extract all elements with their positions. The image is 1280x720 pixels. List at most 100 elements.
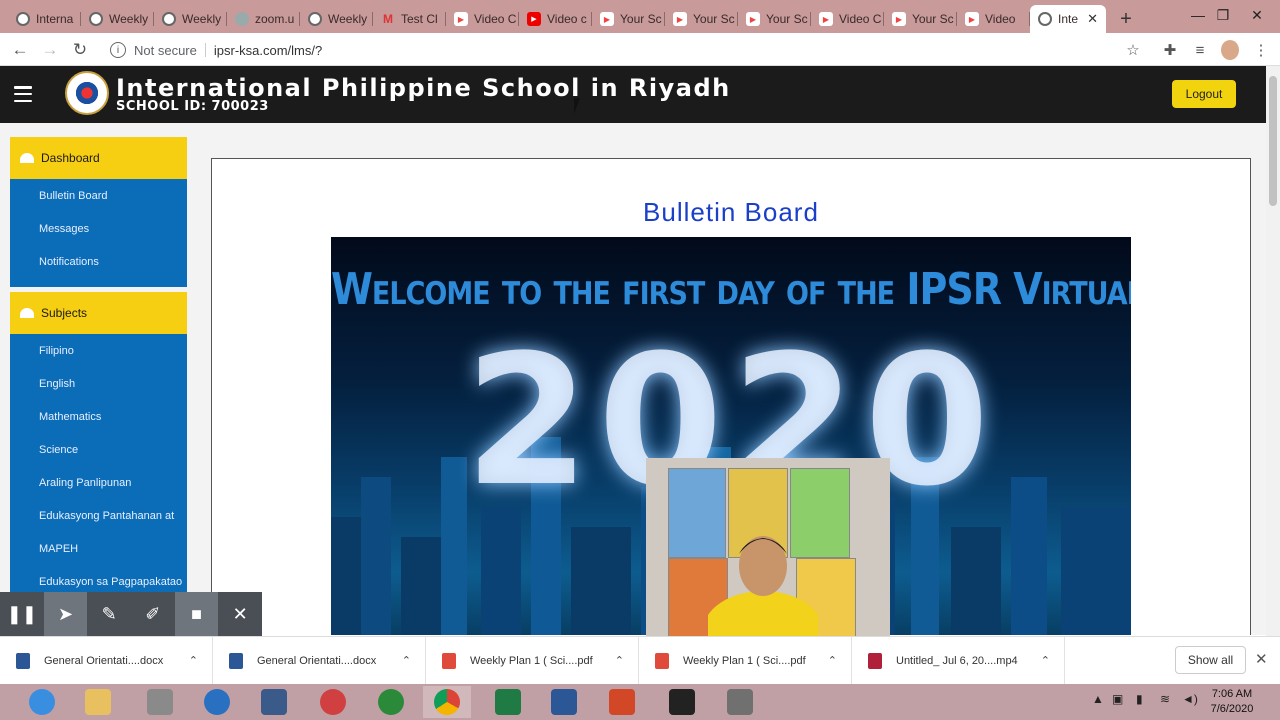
forward-icon[interactable]: → xyxy=(39,39,61,61)
download-filename: Weekly Plan 1 ( Sci....pdf xyxy=(683,654,806,667)
show-all-button[interactable]: Show all xyxy=(1175,646,1246,674)
browser-tab[interactable]: ▶ Your Sc xyxy=(738,5,811,33)
tray-power-icon[interactable]: ▮ xyxy=(1136,692,1143,706)
url-input[interactable]: i Not secure ipsr-ksa.com/lms/? xyxy=(104,37,1156,63)
dashboard-icon xyxy=(20,153,34,163)
download-item[interactable]: Weekly Plan 1 ( Sci....pdf ⌃ xyxy=(639,636,852,685)
browser-tab[interactable]: ▶ Your Sc xyxy=(884,5,957,33)
tray-network-icon[interactable]: ▣ xyxy=(1112,692,1123,706)
file-explorer-icon[interactable] xyxy=(74,686,122,718)
download-item[interactable]: General Orientati....docx ⌃ xyxy=(213,636,426,685)
browser-tab[interactable]: ▶ Your Sc xyxy=(665,5,738,33)
sidebar-item-science[interactable]: Science xyxy=(10,433,187,466)
close-tab-icon[interactable]: ✕ xyxy=(1087,11,1098,27)
chevron-up-icon[interactable]: ⌃ xyxy=(402,654,411,667)
gmail-icon: M xyxy=(383,12,393,26)
pointer-icon[interactable]: ➤ xyxy=(43,592,88,636)
new-tab-button[interactable]: + xyxy=(1112,5,1140,33)
clock-time: 7:06 AM xyxy=(1211,688,1253,700)
browser-tab[interactable]: ▶ Video C xyxy=(446,5,519,33)
sidebar-group-dashboard: Dashboard Bulletin Board Messages Notifi… xyxy=(10,137,187,287)
word-icon[interactable] xyxy=(540,686,588,718)
sidebar-item-english[interactable]: English xyxy=(10,367,187,400)
chevron-up-icon[interactable]: ⌃ xyxy=(189,654,198,667)
browser-tab[interactable]: M Test Cl xyxy=(373,5,446,33)
browser-tab[interactable]: ▶ Your Sc xyxy=(592,5,665,33)
tab-title: Your Sc xyxy=(620,12,662,26)
sidebar-heading-dashboard[interactable]: Dashboard xyxy=(10,137,187,179)
browser-tab[interactable]: Weekly xyxy=(154,5,227,33)
globe-icon xyxy=(89,12,103,26)
downloads-bar: General Orientati....docx ⌃ General Orien… xyxy=(0,636,1280,685)
pause-icon[interactable]: ❚❚ xyxy=(0,592,44,636)
sidebar-item-mathematics[interactable]: Mathematics xyxy=(10,400,187,433)
back-icon[interactable]: ← xyxy=(9,39,31,61)
sidebar-item-mapeh[interactable]: MAPEH xyxy=(10,532,187,565)
presenter xyxy=(708,536,818,640)
browser-tab[interactable]: Weekly xyxy=(300,5,373,33)
ie-icon[interactable] xyxy=(18,686,66,718)
sidebar-item-araling-panlipunan[interactable]: Araling Panlipunan xyxy=(10,466,187,499)
address-bar: ← → ↻ i Not secure ipsr-ksa.com/lms/? ☆ … xyxy=(0,33,1280,66)
movie-maker-icon[interactable] xyxy=(658,686,706,718)
highlighter-icon[interactable]: ✐ xyxy=(131,592,175,636)
avatar[interactable] xyxy=(1221,40,1239,60)
sidebar-heading-subjects[interactable]: Subjects xyxy=(10,292,187,334)
chevron-up-icon[interactable]: ⌃ xyxy=(828,654,837,667)
reload-icon[interactable]: ↻ xyxy=(69,39,91,61)
download-item[interactable]: General Orientati....docx ⌃ xyxy=(0,636,213,685)
camera-icon[interactable]: ■ xyxy=(174,592,219,636)
tab-title: Video xyxy=(985,12,1016,26)
info-icon[interactable]: i xyxy=(110,42,126,58)
browser-tab[interactable]: ▶ Video c xyxy=(519,5,592,33)
tab-strip: Interna Weekly Weekly zoom.u Weekly M Tes… xyxy=(0,0,1280,33)
close-window-icon[interactable]: ✕ xyxy=(1234,0,1280,30)
browser-tab[interactable]: ▶ Video xyxy=(957,5,1030,33)
tab-title: zoom.u xyxy=(255,12,295,26)
scrollbar[interactable] xyxy=(1266,66,1280,636)
tray-expand-icon[interactable]: ▲ xyxy=(1092,692,1104,706)
pdf-file-icon xyxy=(442,652,456,669)
recorder-icon[interactable] xyxy=(309,686,357,718)
hamburger-menu-icon[interactable] xyxy=(14,86,32,102)
browser-tab[interactable]: ▶ Video C xyxy=(811,5,884,33)
volume-icon[interactable]: ◄) xyxy=(1182,692,1198,706)
media-player-icon[interactable] xyxy=(193,686,241,718)
scrollbar-thumb[interactable] xyxy=(1269,76,1277,206)
pen-icon[interactable]: ✎ xyxy=(87,592,131,636)
media-icon[interactable]: ≡ xyxy=(1191,41,1209,59)
video-icon: ▶ xyxy=(965,12,979,26)
browser-tab[interactable]: Weekly xyxy=(81,5,154,33)
chevron-up-icon[interactable]: ⌃ xyxy=(1041,654,1050,667)
tab-title: Weekly xyxy=(109,12,149,26)
system-clock[interactable]: 7:06 AM 7/6/2020 xyxy=(1206,687,1258,717)
logout-button[interactable]: Logout xyxy=(1172,80,1236,108)
close-icon[interactable]: ✕ xyxy=(218,592,262,636)
download-item[interactable]: Untitled_ Jul 6, 20....mp4 ⌃ xyxy=(852,636,1065,685)
close-downloads-icon[interactable]: ✕ xyxy=(1255,650,1268,668)
star-icon[interactable]: ☆ xyxy=(1124,41,1142,59)
tool-icon[interactable] xyxy=(716,686,764,718)
tray-wifi-icon[interactable]: ≋ xyxy=(1160,692,1170,706)
menu-icon[interactable]: ⋮ xyxy=(1252,41,1270,59)
music-icon[interactable] xyxy=(367,686,415,718)
sidebar-item-edukasyong-pantahanan[interactable]: Edukasyong Pantahanan at xyxy=(10,499,187,532)
powerpoint-icon[interactable] xyxy=(598,686,646,718)
excel-icon[interactable] xyxy=(484,686,532,718)
film-icon[interactable] xyxy=(250,686,298,718)
sidebar-item-messages[interactable]: Messages xyxy=(10,212,187,245)
download-item[interactable]: Weekly Plan 1 ( Sci....pdf ⌃ xyxy=(426,636,639,685)
browser-tab[interactable]: Interna xyxy=(8,5,81,33)
chevron-up-icon[interactable]: ⌃ xyxy=(615,654,624,667)
browser-tab[interactable]: zoom.u xyxy=(227,5,300,33)
sidebar-item-notifications[interactable]: Notifications xyxy=(10,245,187,278)
sidebar-group-subjects: Subjects Filipino English Mathematics Sc… xyxy=(10,292,187,635)
school-id: SCHOOL ID: 700023 xyxy=(116,99,269,114)
extensions-icon[interactable]: ✚ xyxy=(1161,41,1179,59)
browser-tab-active[interactable]: Inte ✕ xyxy=(1030,5,1106,33)
clock-date: 7/6/2020 xyxy=(1210,703,1254,715)
sidebar-item-bulletin-board[interactable]: Bulletin Board xyxy=(10,179,187,212)
chrome-icon[interactable] xyxy=(423,686,471,718)
system-icon[interactable] xyxy=(136,686,184,718)
sidebar-item-filipino[interactable]: Filipino xyxy=(10,334,187,367)
